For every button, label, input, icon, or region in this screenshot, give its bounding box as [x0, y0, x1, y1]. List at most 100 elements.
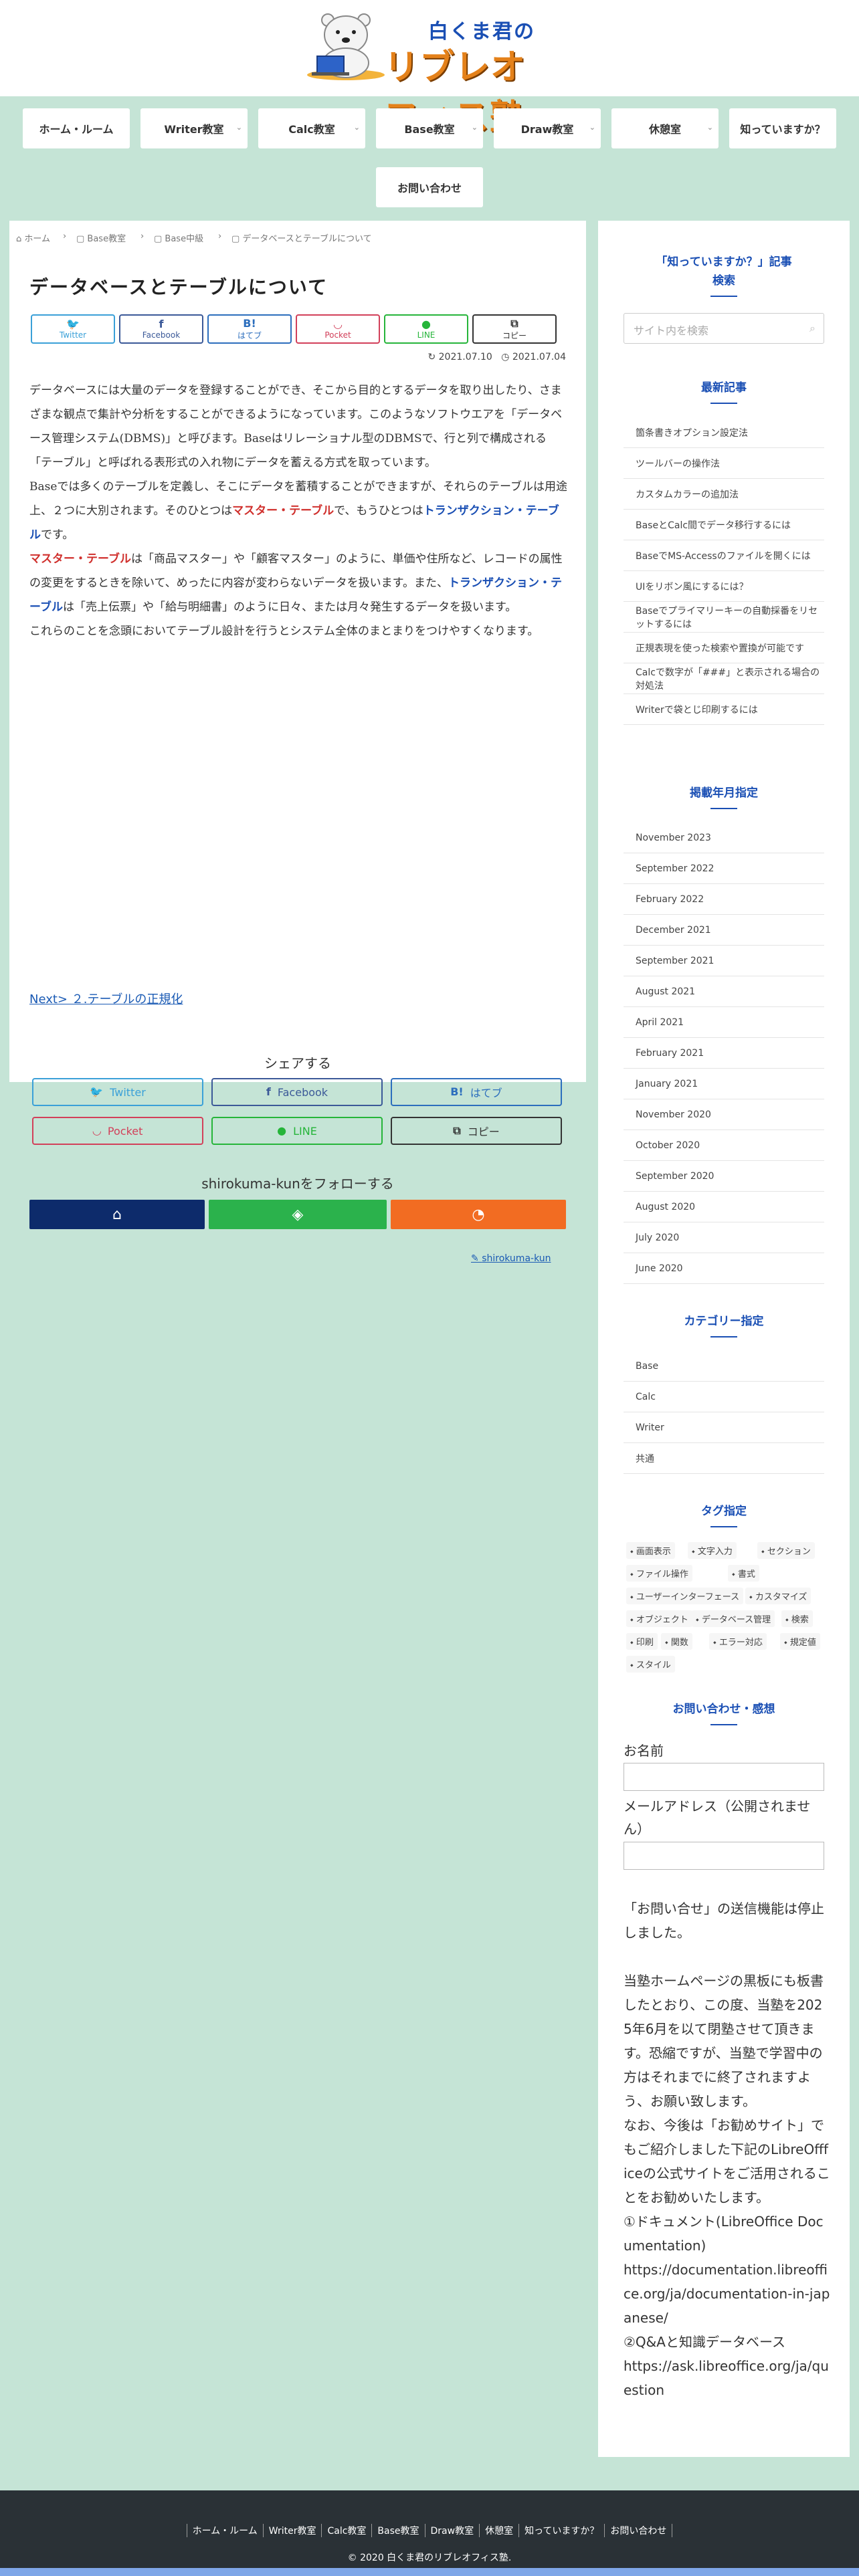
share-pocket-button-bottom[interactable]: ◡ Pocket — [32, 1117, 203, 1145]
tag-link[interactable]: ⬩ 規定値 — [780, 1633, 820, 1650]
tag-link[interactable]: ⬩ データベース管理 — [692, 1610, 775, 1627]
recent-post-link[interactable]: Writerで袋とじ印刷するには — [624, 694, 824, 725]
share-facebook-button[interactable]: f Facebook — [119, 314, 203, 344]
share-twitter-button-bottom[interactable]: 🐦 Twitter — [32, 1078, 203, 1106]
archive-link[interactable]: September 2022 — [624, 853, 824, 884]
nav-item-draw[interactable]: Draw教室 ⌄ — [494, 108, 601, 148]
tag-label: 画面表示 — [636, 1547, 671, 1557]
recent-post-link[interactable]: Baseでプライマリーキーの自動採番をリセットするには — [624, 602, 824, 633]
share-line-button-bottom[interactable]: ● LINE — [211, 1117, 383, 1145]
archive-link[interactable]: August 2021 — [624, 976, 824, 1007]
category-link[interactable]: Base — [624, 1351, 824, 1382]
tag-link[interactable]: ⬩ オブジェクト — [626, 1610, 692, 1627]
footer-nav-link[interactable]: 休憩室 — [479, 2524, 518, 2537]
footer-nav-link[interactable]: Base教室 — [371, 2524, 424, 2537]
breadcrumb-base-class[interactable]: ▢ Base教室 — [76, 231, 126, 244]
share-facebook-button-bottom[interactable]: f Facebook — [211, 1078, 383, 1106]
footer-nav-link[interactable]: ホーム・ルーム — [186, 2524, 263, 2537]
archive-link[interactable]: September 2021 — [624, 946, 824, 976]
breadcrumb-home[interactable]: ⌂ ホーム — [16, 231, 50, 244]
tag-label: スタイル — [636, 1660, 671, 1671]
search-icon[interactable]: ⌕ — [809, 322, 816, 335]
tag-link[interactable]: ⬩ 画面表示 — [626, 1542, 675, 1559]
nav-item-base[interactable]: Base教室 ⌄ — [376, 108, 483, 148]
nav-item-home[interactable]: ホーム・ルーム — [23, 108, 130, 148]
category-link[interactable]: Calc — [624, 1382, 824, 1412]
nav-item-label: お問い合わせ — [397, 182, 462, 195]
main-content: ⌂ ホーム › ▢ Base教室 › ▢ Base中級 › ▢ データベースとテ… — [9, 221, 586, 1264]
archive-link[interactable]: December 2021 — [624, 915, 824, 946]
breadcrumb-base-intermediate[interactable]: ▢ Base中級 — [154, 231, 203, 244]
recent-post-link[interactable]: Calcで数字が「###」と表示される場合の対処法 — [624, 663, 824, 694]
share-copy-button-bottom[interactable]: ⧉ コピー — [391, 1117, 562, 1145]
tag-link[interactable]: ⬩ エラー対応 — [709, 1633, 767, 1650]
tag-link[interactable]: ⬩ 検索 — [781, 1610, 813, 1627]
recent-post-link[interactable]: 箇条書きオプション設定法 — [624, 417, 824, 448]
polar-bear-logo-icon — [307, 13, 385, 80]
search-input[interactable]: サイト内を検索 ⌕ — [624, 313, 824, 344]
category-link[interactable]: 共通 — [624, 1443, 824, 1474]
tag-link[interactable]: ⬩ セクション — [757, 1542, 815, 1559]
archive-link[interactable]: January 2021 — [624, 1069, 824, 1099]
email-field[interactable] — [624, 1842, 824, 1870]
tag-icon: ⬩ — [692, 1547, 698, 1557]
archive-link[interactable]: November 2020 — [624, 1099, 824, 1130]
footer-nav-link[interactable]: Draw教室 — [424, 2524, 480, 2537]
share-pocket-button[interactable]: ◡ Pocket — [296, 314, 380, 344]
share-copy-button[interactable]: ⧉ コピー — [472, 314, 557, 344]
footer-nav-link[interactable]: Writer教室 — [262, 2524, 322, 2537]
notice-text: なお、今後は「お勧めサイト」でもご紹介しました下記のLibreOffficeの公… — [624, 2117, 830, 2206]
notice-text: ②Q&Aと知識データベース — [624, 2334, 785, 2350]
recent-post-link[interactable]: BaseでMS-Accessのファイルを開くには — [624, 540, 824, 571]
recent-post-link[interactable]: UIをリボン風にするには？ — [624, 571, 824, 602]
pocket-icon: ◡ — [92, 1124, 101, 1137]
follow-feedly-button[interactable]: ◈ — [209, 1200, 387, 1229]
nav-item-calc[interactable]: Calc教室 ⌄ — [258, 108, 365, 148]
site-footer: ホーム・ルーム Writer教室 Calc教室 Base教室 Draw教室 休憩室 知ってい… — [0, 2490, 859, 2576]
tag-link[interactable]: ⬩ スタイル — [626, 1656, 675, 1673]
site-logo[interactable]: 白くま君の リブレオフィス塾 — [302, 5, 557, 138]
tag-link[interactable]: ⬩ ユーザーインターフェース — [626, 1588, 744, 1604]
nav-item-writer[interactable]: Writer教室 ⌄ — [140, 108, 248, 148]
archive-link[interactable]: June 2020 — [624, 1253, 824, 1284]
nav-item-did-you-know[interactable]: 知っていますか？ — [729, 108, 836, 148]
recent-post-link[interactable]: カスタムカラーの追加法 — [624, 479, 824, 510]
notice-text: 「お問い合せ」の送信機能は停止しました。 — [624, 1901, 824, 1941]
tag-link[interactable]: ⬩ カスタマイズ — [745, 1588, 812, 1604]
share-twitter-button[interactable]: 🐦 Twitter — [31, 314, 115, 344]
tag-label: 検索 — [791, 1615, 809, 1625]
recent-post-link[interactable]: 正規表現を使った検索や置換が可能です — [624, 633, 824, 663]
archive-link[interactable]: November 2023 — [624, 823, 824, 853]
archive-link[interactable]: October 2020 — [624, 1130, 824, 1161]
archive-link[interactable]: April 2021 — [624, 1007, 824, 1038]
share-hatena-button-bottom[interactable]: B! はてブ — [391, 1078, 562, 1106]
category-link[interactable]: Writer — [624, 1412, 824, 1443]
paragraph: これらのことを念頭においてテーブル設計を行うとシステム全体のまとまりをつけやすく… — [29, 625, 539, 638]
footer-nav-link[interactable]: 知っていますか？ — [518, 2524, 604, 2537]
author-link[interactable]: ✎ shirokuma-kun — [471, 1253, 551, 1264]
tag-link[interactable]: ⬩ 書式 — [728, 1565, 759, 1582]
archive-link[interactable]: February 2022 — [624, 884, 824, 915]
nav-item-break-room[interactable]: 休憩室 ⌄ — [611, 108, 719, 148]
tag-link[interactable]: ⬩ 文字入力 — [688, 1542, 737, 1559]
recent-post-link[interactable]: BaseとCalc間でデータ移行するには — [624, 510, 824, 540]
share-hatena-button[interactable]: B! はてブ — [207, 314, 292, 344]
archive-link[interactable]: February 2021 — [624, 1038, 824, 1069]
tag-link[interactable]: ⬩ 関数 — [661, 1633, 692, 1650]
name-field[interactable] — [624, 1763, 824, 1791]
footer-nav-link[interactable]: お問い合わせ — [604, 2524, 673, 2537]
footer-nav-link[interactable]: Calc教室 — [321, 2524, 371, 2537]
article-title: データベースとテーブルについて — [29, 276, 328, 298]
notice-text: 当塾ホームページの黒板にも板書したとおり、この度、当塾を2025年6月を以て閉塾… — [624, 1973, 824, 2109]
archive-link[interactable]: July 2020 — [624, 1222, 824, 1253]
next-article-link[interactable]: Next> ２.テーブルの正規化 — [29, 990, 183, 1007]
nav-item-contact[interactable]: お問い合わせ — [376, 167, 483, 207]
tag-link[interactable]: ⬩ 印刷 — [626, 1633, 658, 1650]
tag-link[interactable]: ⬩ ファイル操作 — [626, 1565, 692, 1582]
share-line-button[interactable]: ● LINE — [384, 314, 468, 344]
archive-link[interactable]: August 2020 — [624, 1192, 824, 1222]
follow-home-button[interactable]: ⌂ — [29, 1200, 205, 1229]
follow-rss-button[interactable]: ◔ — [391, 1200, 566, 1229]
archive-link[interactable]: September 2020 — [624, 1161, 824, 1192]
recent-post-link[interactable]: ツールバーの操作法 — [624, 448, 824, 479]
